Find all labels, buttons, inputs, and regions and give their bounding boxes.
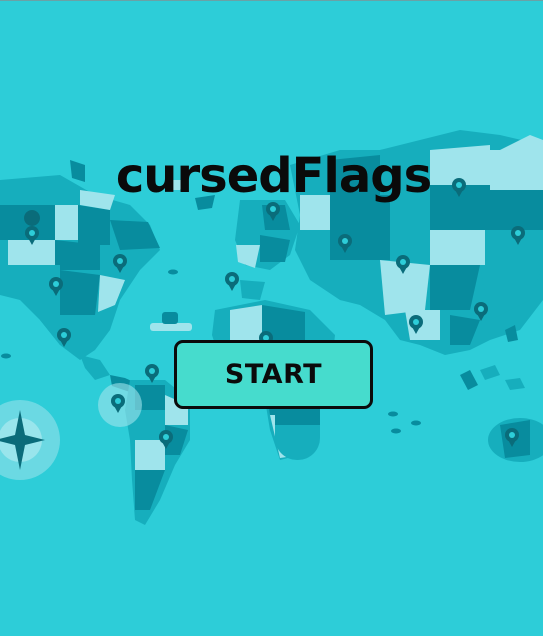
compass-star-icon [0, 400, 60, 480]
game-title: cursedFlags [115, 148, 432, 204]
boat-icon [150, 312, 192, 331]
europe-landmass [235, 200, 300, 300]
world-map-illustration [0, 130, 543, 525]
start-button[interactable]: START [174, 340, 373, 409]
